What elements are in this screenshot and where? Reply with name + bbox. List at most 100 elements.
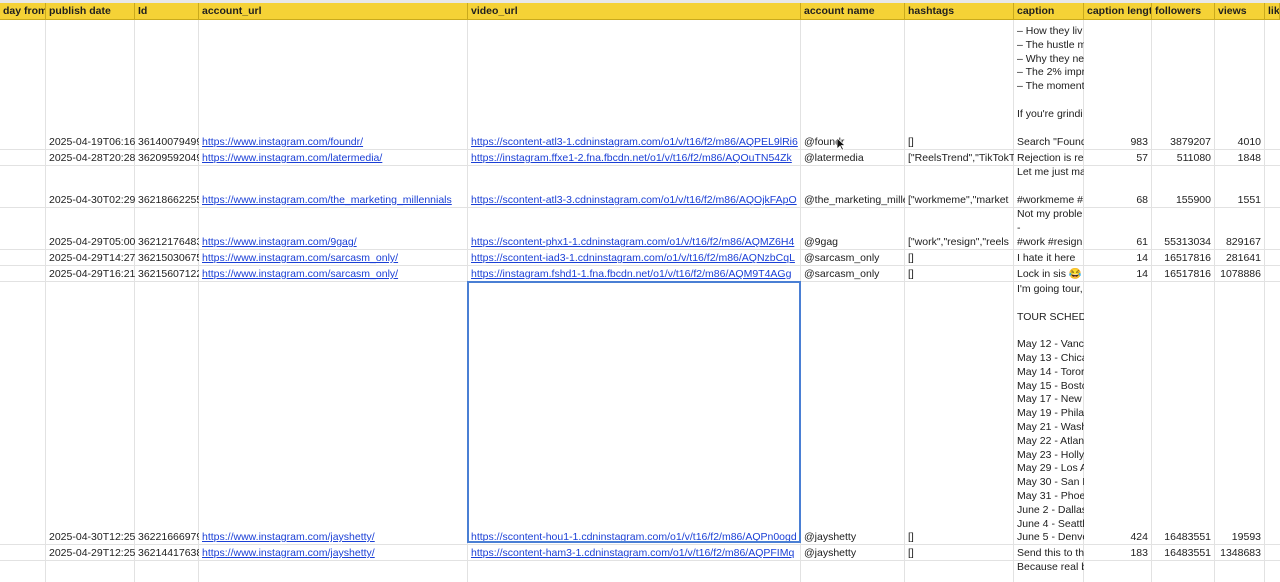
row-divider	[0, 149, 1280, 150]
col-divider	[198, 20, 199, 582]
id-cell: 36209592049	[138, 152, 199, 164]
header-account-url[interactable]: account_url	[199, 3, 468, 20]
video-url-link[interactable]: https://instagram.ffxe1-2.fna.fbcdn.net/…	[468, 151, 801, 165]
caption-cell: Send this to th	[1017, 547, 1084, 559]
video-url-link[interactable]: https://scontent-atl3-3.cdninstagram.com…	[468, 193, 801, 207]
caption-line: TOUR SCHEDU	[1017, 310, 1084, 323]
row-divider	[0, 207, 1280, 208]
caption-line: – The moment	[1017, 80, 1084, 93]
video-url-link[interactable]: https://scontent-atl3-1.cdninstagram.com…	[468, 135, 801, 149]
account-url-link[interactable]: https://www.instagram.com/sarcasm_only/	[199, 267, 468, 281]
publish-date-cell: 2025-04-30T12:25:	[49, 531, 135, 543]
video-url-link[interactable]: https://scontent-iad3-1.cdninstagram.com…	[468, 251, 801, 265]
followers-cell: 16517816	[1164, 252, 1211, 264]
caption-line: – How they liv	[1017, 25, 1083, 37]
caption-cell: Search "Found	[1017, 136, 1084, 148]
caption-line: If you're grindi	[1017, 107, 1083, 120]
row-divider	[0, 249, 1280, 250]
header-account-name[interactable]: account name	[801, 3, 905, 20]
followers-cell: 16483551	[1164, 531, 1211, 543]
id-cell: 36212176483	[138, 236, 199, 248]
caption-line: May 21 - Wash	[1017, 421, 1084, 433]
views-cell: 281641	[1225, 252, 1261, 264]
video-url-link[interactable]: https://instagram.fshd1-1.fna.fbcdn.net/…	[468, 267, 801, 281]
mouse-cursor-icon	[836, 137, 846, 151]
header-views[interactable]: views	[1215, 3, 1265, 20]
hashtags-cell: []	[908, 547, 914, 559]
caption-line: – Why they ne	[1017, 52, 1084, 65]
hashtags-cell: ["workmeme","market	[908, 194, 1009, 206]
account-url-link[interactable]: https://www.instagram.com/jayshetty/	[199, 546, 468, 560]
caption-length-cell: 61	[1136, 236, 1148, 248]
views-cell: 1551	[1237, 194, 1261, 206]
col-divider	[904, 20, 905, 582]
caption-cell: I hate it here	[1017, 252, 1076, 264]
caption-cell: Rejection is re	[1017, 152, 1084, 164]
account-name-cell: @jayshetty	[804, 531, 857, 543]
caption-line: Let me just ma	[1017, 166, 1084, 178]
id-cell: 36214417638	[138, 547, 199, 559]
caption-line: May 30 - San F	[1017, 476, 1084, 489]
hashtags-cell: ["work","resign","reels	[908, 236, 1009, 248]
id-cell: 36215030675	[138, 252, 199, 264]
publish-date-cell: 2025-04-29T05:00:	[49, 236, 135, 248]
account-name-cell: @jayshetty	[804, 547, 857, 559]
account-url-link[interactable]: https://www.instagram.com/sarcasm_only/	[199, 251, 468, 265]
caption-line: May 17 - New	[1017, 393, 1082, 406]
account-url-link[interactable]: https://www.instagram.com/jayshetty/	[199, 530, 468, 544]
caption-length-cell: 14	[1136, 268, 1148, 280]
caption-line: May 29 - Los A	[1017, 462, 1084, 475]
video-url-link[interactable]: https://scontent-phx1-1.cdninstagram.com…	[468, 235, 801, 249]
caption-line: May 22 - Atlan	[1017, 434, 1084, 447]
caption-line: May 23 - Holly	[1017, 448, 1084, 461]
caption-line: May 31 - Phoe	[1017, 490, 1084, 502]
hashtags-cell: []	[908, 531, 914, 543]
caption-line: Not my proble	[1017, 208, 1083, 220]
col-divider	[467, 20, 468, 582]
followers-cell: 55313034	[1164, 236, 1211, 248]
publish-date-cell: 2025-04-19T06:16:	[49, 136, 135, 148]
caption-line	[1014, 93, 1084, 107]
account-url-link[interactable]: https://www.instagram.com/latermedia/	[199, 151, 468, 165]
header-likes[interactable]: lik	[1265, 3, 1280, 20]
account-name-cell: @9gag	[804, 236, 839, 248]
header-hashtags[interactable]: hashtags	[905, 3, 1014, 20]
header-followers[interactable]: followers	[1152, 3, 1215, 20]
caption-line: June 2 - Dallas	[1017, 503, 1084, 516]
hashtags-cell: []	[908, 252, 914, 264]
video-url-link[interactable]: https://scontent-ham3-1.cdninstagram.com…	[468, 546, 801, 560]
col-divider	[134, 20, 135, 582]
header-caption-length[interactable]: caption length	[1084, 3, 1152, 20]
col-divider	[1264, 20, 1265, 582]
header-day-from[interactable]: day from	[0, 3, 46, 20]
header-video-url[interactable]: video_url	[468, 3, 801, 20]
account-url-link[interactable]: https://www.instagram.com/9gag/	[199, 235, 468, 249]
publish-date-cell: 2025-04-29T12:25:	[49, 547, 135, 559]
views-cell: 1078886	[1220, 268, 1261, 280]
spreadsheet: day from publish date Id account_url vid…	[0, 0, 1280, 582]
caption-cell: Lock in sis 😂	[1017, 268, 1083, 280]
account-url-link[interactable]: https://www.instagram.com/the_marketing_…	[199, 193, 468, 207]
caption-length-cell: 14	[1136, 252, 1148, 264]
account-name-cell: @latermedia	[804, 152, 864, 164]
publish-date-cell: 2025-04-30T02:29:	[49, 194, 135, 206]
caption-line: – The hustle m	[1017, 38, 1084, 51]
header-id[interactable]: Id	[135, 3, 199, 20]
caption-line: May 12 - Vanc	[1017, 338, 1084, 351]
publish-date-cell: 2025-04-29T16:21:	[49, 268, 135, 280]
video-url-link[interactable]: https://scontent-hou1-1.cdninstagram.com…	[468, 530, 801, 544]
views-cell: 19593	[1231, 531, 1261, 543]
caption-line: May 15 - Bostc	[1017, 379, 1084, 392]
publish-date-cell: 2025-04-29T14:27:	[49, 252, 135, 264]
id-cell: 36221666979	[138, 531, 199, 543]
publish-date-cell: 2025-04-28T20:28:	[49, 152, 135, 164]
header-caption[interactable]: caption	[1014, 3, 1084, 20]
id-cell: 36215607122	[138, 268, 199, 280]
views-cell: 1348683	[1220, 547, 1261, 559]
col-divider	[800, 20, 801, 582]
caption-length-cell: 68	[1136, 194, 1148, 206]
account-name-cell: @foundr	[804, 136, 845, 148]
header-publish-date[interactable]: publish date	[46, 3, 135, 20]
row-divider	[0, 165, 1280, 166]
account-url-link[interactable]: https://www.instagram.com/foundr/	[199, 135, 468, 149]
